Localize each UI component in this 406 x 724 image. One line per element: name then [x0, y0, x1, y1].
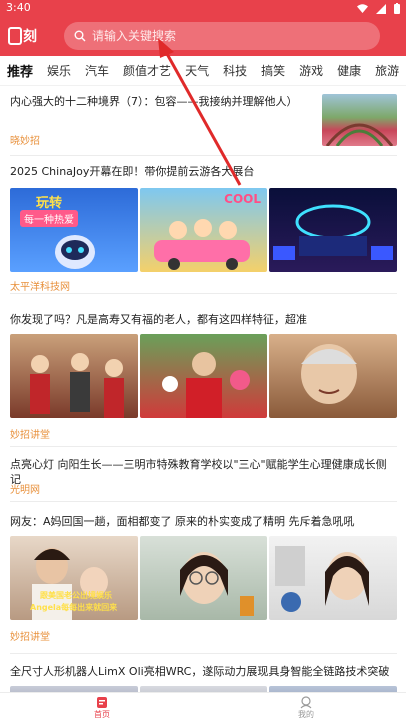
tab-recommend[interactable]: 推荐	[0, 61, 40, 80]
wifi-icon	[357, 4, 368, 13]
search-input[interactable]	[92, 29, 352, 43]
tab-tech[interactable]: 科技	[216, 62, 254, 79]
tab-auto[interactable]: 汽车	[78, 62, 116, 79]
poster-subline: 每一种热爱	[20, 210, 78, 227]
status-time: 3:40	[6, 1, 31, 14]
feed-item-title: 全尺寸人形机器人LimX Oli亮相WRC，遂际动力展现具身智能全链路技术突破	[10, 665, 390, 678]
poster-headline: 玩转	[36, 196, 63, 211]
tab-talent[interactable]: 颜值才艺	[116, 62, 178, 79]
feed-item-title: 网友：A妈回国一趟，面相都变了 原来的朴实变成了精明 先斥着急吼吼	[10, 515, 355, 528]
feed-item-source: 光明网	[10, 485, 40, 496]
feed-item[interactable]: 全尺寸人形机器人LimX Oli亮相WRC，遂际动力展现具身智能全链路技术突破	[10, 654, 397, 692]
chinajoy-stage-image	[269, 188, 397, 272]
tab-games[interactable]: 游戏	[292, 62, 330, 79]
nav-home[interactable]: 首页	[72, 696, 132, 720]
feed-item[interactable]: 2025 ChinaJoy开幕在即！带你提前云游各大展台 玩转 每一种热爱 CO…	[10, 156, 397, 294]
tab-travel[interactable]: 旅游	[368, 62, 406, 79]
woman-office-photo	[269, 536, 397, 620]
home-icon	[97, 697, 107, 708]
video-caption-2: Angela每每出来就回来	[30, 603, 118, 612]
news-feed: 内心强大的十二种境界（7）：包容——我接纳并理解他人） 晓妙招 2025 Chi…	[0, 86, 406, 692]
feed-item-source: 太平洋科技网	[10, 282, 70, 293]
tab-funny[interactable]: 搞笑	[254, 62, 292, 79]
video-caption-1: 跟美国老公出境娱乐	[40, 591, 112, 600]
mother-baby-photo: 跟美国老公出境娱乐 Angela每每出来就回来	[10, 536, 138, 620]
search-box[interactable]	[64, 22, 380, 50]
garden-photo	[322, 94, 397, 146]
app-logo[interactable]: 刻	[8, 25, 44, 47]
feed-item-source: 晓妙招	[10, 136, 40, 147]
tab-health[interactable]: 健康	[330, 62, 368, 79]
search-icon	[74, 30, 86, 42]
feed-item[interactable]: 点亮心灯 向阳生长——三明市特殊教育学校以"三心"赋能学生心理健康成长侧记 光明…	[10, 447, 397, 502]
status-icons	[357, 3, 400, 14]
feed-item-source: 妙招讲堂	[10, 632, 50, 643]
feed-item[interactable]: 内心强大的十二种境界（7）：包容——我接纳并理解他人） 晓妙招	[10, 86, 397, 156]
feed-item-title: 你发现了吗？凡是高寿又有福的老人，都有这四样特征，超准	[10, 313, 307, 326]
chinajoy-poster-image: 玩转 每一种热爱	[10, 188, 138, 272]
tab-weather[interactable]: 天气	[178, 62, 216, 79]
logo-mark-icon	[8, 27, 22, 45]
elderly-birthday-photo	[10, 334, 138, 418]
nav-profile[interactable]: 我的	[276, 696, 336, 720]
woman-glasses-photo	[140, 536, 267, 620]
poster-cool-text: COOL	[224, 192, 261, 206]
feed-item-title: 内心强大的十二种境界（7）：包容——我接纳并理解他人）	[10, 95, 298, 108]
nav-home-label: 首页	[94, 710, 110, 719]
feed-item[interactable]: 你发现了吗？凡是高寿又有福的老人，都有这四样特征，超准 妙招讲堂	[10, 304, 397, 447]
battery-icon	[394, 3, 400, 14]
category-tabs: 推荐 娱乐 汽车 颜值才艺 天气 科技 搞笑 游戏 健康 旅游 美食 生	[0, 56, 406, 86]
profile-icon	[300, 696, 312, 709]
logo-text: 刻	[23, 29, 37, 45]
elderly-woman-photo	[269, 334, 397, 418]
app-header: 刻	[0, 16, 406, 56]
status-bar: 3:40	[0, 0, 406, 16]
nav-profile-label: 我的	[298, 710, 314, 719]
feed-item-title: 点亮心灯 向阳生长——三明市特殊教育学校以"三心"赋能学生心理健康成长侧记	[10, 458, 387, 486]
feed-item-title: 2025 ChinaJoy开幕在即！带你提前云游各大展台	[10, 165, 255, 178]
signal-icon	[376, 3, 386, 14]
tab-entertainment[interactable]: 娱乐	[40, 62, 78, 79]
feed-item[interactable]: 网友：A妈回国一趟，面相都变了 原来的朴实变成了精明 先斥着急吼吼 跟美国老公出…	[10, 502, 397, 654]
chinajoy-anime-image: COOL	[140, 188, 267, 272]
bottom-nav: 首页 我的	[0, 692, 406, 724]
elderly-celebration-photo	[140, 334, 267, 418]
feed-item-source: 妙招讲堂	[10, 430, 50, 441]
